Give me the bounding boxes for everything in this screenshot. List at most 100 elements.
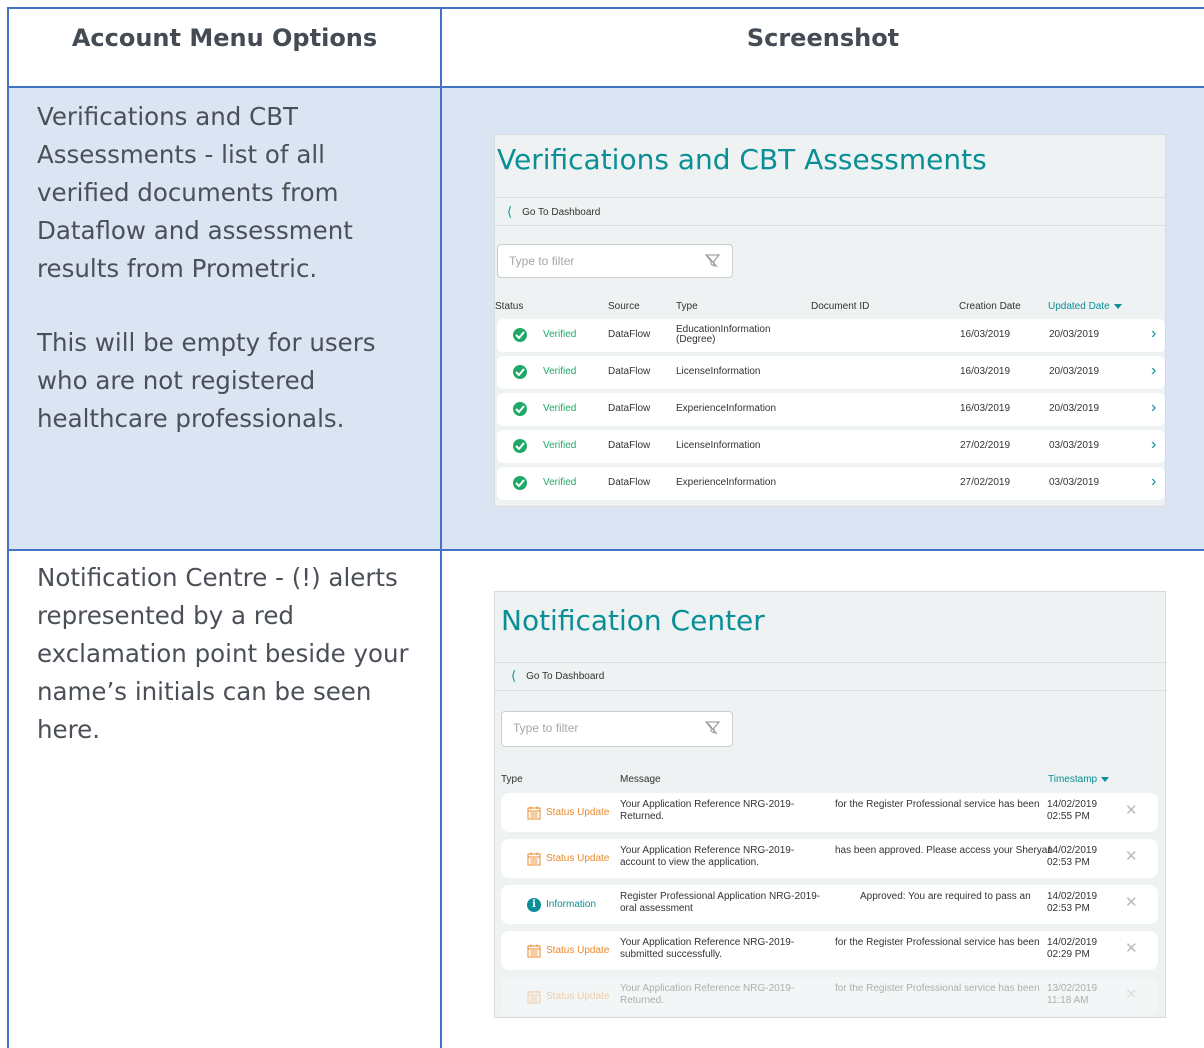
table-row[interactable]: Verified DataFlow LicenseInformation 16/… bbox=[497, 356, 1165, 389]
column-updated-date-sort[interactable]: Updated Date bbox=[1048, 301, 1122, 312]
dismiss-icon[interactable]: ✕ bbox=[1125, 941, 1138, 956]
type-text-line2: (Degree) bbox=[676, 334, 716, 345]
type-text: ExperienceInformation bbox=[676, 403, 777, 414]
divider bbox=[495, 690, 1167, 691]
message-line2: submitted successfully. bbox=[620, 949, 723, 960]
dismiss-icon[interactable]: ✕ bbox=[1125, 803, 1138, 818]
timestamp-date: 14/02/2019 bbox=[1047, 937, 1098, 948]
column-type: Type bbox=[676, 301, 698, 312]
notification-panel: Notification Center ⟨ Go To Dashboard Ty… bbox=[494, 591, 1167, 1018]
notification-row[interactable]: Status Update Your Application Reference… bbox=[501, 839, 1158, 878]
dismiss-icon[interactable]: ✕ bbox=[1125, 895, 1138, 910]
filter-icon[interactable] bbox=[705, 720, 720, 735]
divider bbox=[495, 197, 1167, 198]
column-document-id: Document ID bbox=[811, 301, 870, 312]
check-circle-icon bbox=[513, 439, 527, 453]
source-text: DataFlow bbox=[608, 440, 651, 451]
notification-row[interactable]: Status Update Your Application Reference… bbox=[501, 977, 1158, 1016]
status-text: Verified bbox=[543, 477, 577, 488]
message-line2: Returned. bbox=[620, 995, 664, 1006]
notification-row[interactable]: Status Update Your Application Reference… bbox=[501, 793, 1158, 832]
section-2-description: Notification Centre - (!) alerts represe… bbox=[9, 551, 440, 749]
type-label: Information bbox=[546, 899, 597, 910]
type-text: LicenseInformation bbox=[676, 366, 761, 377]
source-text: DataFlow bbox=[608, 477, 651, 488]
chevron-right-icon[interactable]: › bbox=[1151, 436, 1156, 454]
dismiss-icon[interactable]: ✕ bbox=[1125, 987, 1138, 1002]
message-continuation: for the Register Professional service ha… bbox=[835, 983, 1040, 994]
source-text: DataFlow bbox=[608, 366, 651, 377]
section-1-note: This will be empty for users who are not… bbox=[37, 328, 376, 433]
message-continuation: for the Register Professional service ha… bbox=[835, 937, 1040, 948]
chevron-right-icon[interactable]: › bbox=[1151, 325, 1156, 343]
divider bbox=[495, 662, 1167, 663]
go-to-dashboard-link[interactable]: ⟨ Go To Dashboard bbox=[507, 204, 600, 220]
type-label: Status Update bbox=[546, 991, 610, 1002]
table-row[interactable]: Verified DataFlow ExperienceInformation … bbox=[497, 467, 1165, 500]
creation-date: 16/03/2019 bbox=[960, 366, 1011, 377]
updated-date: 20/03/2019 bbox=[1049, 329, 1100, 340]
table-divider-vertical bbox=[440, 7, 442, 1048]
dismiss-icon[interactable]: ✕ bbox=[1125, 849, 1138, 864]
filter-placeholder: Type to filter bbox=[513, 721, 579, 735]
check-circle-icon bbox=[513, 365, 527, 379]
sort-desc-icon bbox=[1101, 776, 1110, 782]
chevron-right-icon[interactable]: › bbox=[1151, 473, 1156, 491]
table-row[interactable]: Verified DataFlow LicenseInformation 27/… bbox=[497, 430, 1165, 463]
column-timestamp-sort[interactable]: Timestamp bbox=[1048, 774, 1110, 785]
filter-input[interactable]: Type to filter bbox=[497, 244, 733, 278]
message-continuation: Approved: You are required to pass an bbox=[860, 891, 1031, 902]
message-line2: account to view the application. bbox=[620, 857, 759, 868]
column-type: Type bbox=[501, 774, 523, 785]
updated-date: 20/03/2019 bbox=[1049, 366, 1100, 377]
go-to-dashboard-link[interactable]: ⟨ Go To Dashboard bbox=[511, 668, 604, 684]
calendar-icon bbox=[527, 852, 541, 866]
updated-date-label: Updated Date bbox=[1048, 301, 1110, 312]
status-text: Verified bbox=[543, 329, 577, 340]
go-to-dashboard-label: Go To Dashboard bbox=[526, 670, 605, 682]
creation-date: 16/03/2019 bbox=[960, 403, 1011, 414]
message-continuation: for the Register Professional service ha… bbox=[835, 799, 1040, 810]
section-1-left-cell: Verifications and CBT Assessments - list… bbox=[9, 88, 440, 549]
chevron-right-icon[interactable]: › bbox=[1151, 362, 1156, 380]
message-line1: Your Application Reference NRG-2019- bbox=[620, 937, 795, 948]
timestamp-date: 14/02/2019 bbox=[1047, 845, 1098, 856]
calendar-icon bbox=[527, 944, 541, 958]
updated-date: 03/03/2019 bbox=[1049, 440, 1100, 451]
check-circle-icon bbox=[513, 402, 527, 416]
notification-row[interactable]: i Information Register Professional Appl… bbox=[501, 885, 1158, 924]
notification-row[interactable]: Status Update Your Application Reference… bbox=[501, 931, 1158, 970]
page-title: Verifications and CBT Assessments bbox=[497, 143, 987, 176]
section-1-paragraph: Verifications and CBT Assessments - list… bbox=[37, 102, 353, 283]
table-row[interactable]: Verified DataFlow EducationInformation (… bbox=[497, 319, 1165, 352]
updated-date: 20/03/2019 bbox=[1049, 403, 1100, 414]
creation-date: 27/02/2019 bbox=[960, 477, 1011, 488]
filter-icon[interactable] bbox=[705, 253, 720, 268]
header-account-menu-options: Account Menu Options bbox=[9, 9, 440, 86]
chevron-right-icon[interactable]: › bbox=[1151, 399, 1156, 417]
timestamp-time: 02:55 PM bbox=[1047, 811, 1090, 822]
column-source: Source bbox=[608, 301, 640, 312]
section-2-left-cell: Notification Centre - (!) alerts represe… bbox=[9, 551, 440, 1048]
table-row[interactable]: Verified DataFlow ExperienceInformation … bbox=[497, 393, 1165, 426]
filter-input[interactable]: Type to filter bbox=[501, 711, 733, 747]
column-creation-date: Creation Date bbox=[959, 301, 1021, 312]
sort-desc-icon bbox=[1113, 303, 1122, 309]
type-label: Status Update bbox=[546, 945, 610, 956]
type-text: LicenseInformation bbox=[676, 440, 761, 451]
message-line1: Your Application Reference NRG-2019- bbox=[620, 983, 795, 994]
source-text: DataFlow bbox=[608, 403, 651, 414]
timestamp-label: Timestamp bbox=[1048, 774, 1098, 785]
column-message: Message bbox=[620, 774, 661, 785]
status-text: Verified bbox=[543, 403, 577, 414]
status-text: Verified bbox=[543, 366, 577, 377]
timestamp-time: 02:29 PM bbox=[1047, 949, 1090, 960]
message-line1: Your Application Reference NRG-2019- bbox=[620, 799, 795, 810]
type-text: ExperienceInformation bbox=[676, 477, 777, 488]
message-line2: oral assessment bbox=[620, 903, 693, 914]
timestamp-date: 14/02/2019 bbox=[1047, 891, 1098, 902]
filter-placeholder: Type to filter bbox=[509, 254, 575, 268]
section-1-description: Verifications and CBT Assessments - list… bbox=[9, 88, 440, 438]
message-line1: Your Application Reference NRG-2019- bbox=[620, 845, 795, 856]
type-label: Status Update bbox=[546, 807, 610, 818]
